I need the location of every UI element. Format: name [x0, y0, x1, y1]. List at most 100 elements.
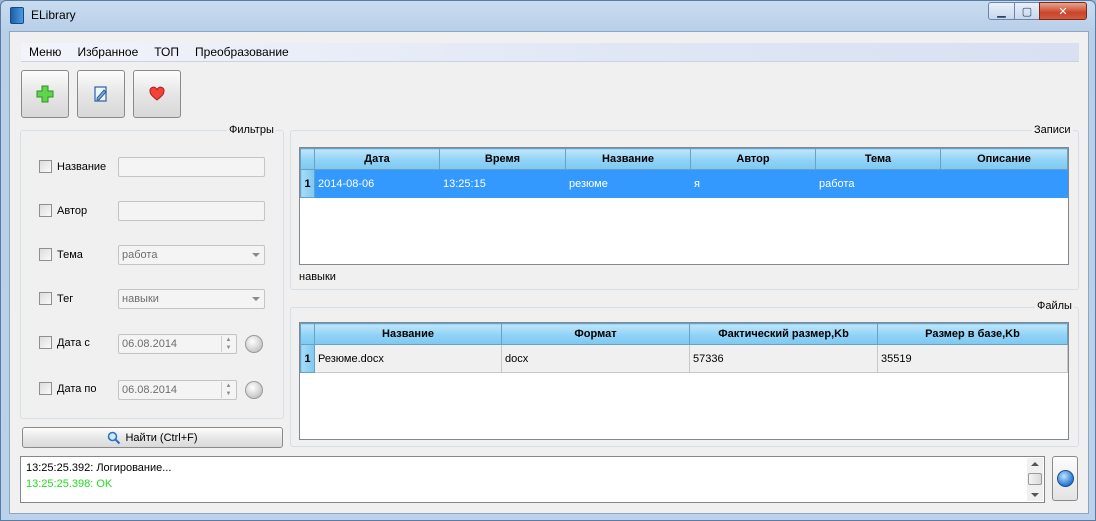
find-button-label: Найти (Ctrl+F)	[125, 431, 198, 444]
scroll-down-icon[interactable]	[1031, 493, 1039, 497]
files-col-format[interactable]: Формат	[501, 323, 690, 345]
find-button[interactable]: Найти (Ctrl+F)	[22, 427, 283, 448]
table-row[interactable]: 1 Резюме.docx docx 57336 35519	[300, 344, 1068, 373]
date-from-checkbox[interactable]	[39, 336, 52, 349]
file-db-size-cell[interactable]: 35519	[877, 344, 1068, 373]
name-filter-checkbox[interactable]	[39, 160, 52, 173]
theme-filter-checkbox[interactable]	[39, 248, 52, 261]
record-theme-cell[interactable]: работа	[815, 169, 941, 198]
menu-convert[interactable]: Преобразование	[187, 43, 297, 62]
files-grid[interactable]: Название Формат Фактический размер,Kb Ра…	[299, 322, 1069, 440]
record-description-cell[interactable]	[940, 169, 1068, 198]
date-from-value: 06.08.2014	[122, 338, 178, 350]
table-row[interactable]: 1 2014-08-06 13:25:15 резюме я работа	[300, 169, 1068, 198]
chevron-down-icon	[252, 297, 260, 301]
records-col-name[interactable]: Название	[565, 148, 691, 170]
date-to-value: 06.08.2014	[122, 384, 178, 396]
files-title: Файлы	[1035, 300, 1074, 312]
client-area: Меню Избранное ТОП Преобразование Фильтр…	[9, 31, 1089, 514]
date-from-input[interactable]: 06.08.2014 ▲ ▼	[118, 334, 237, 354]
date-to-spinner[interactable]: ▲ ▼	[221, 382, 235, 398]
theme-filter-value: работа	[122, 249, 158, 261]
records-col-date[interactable]: Дата	[314, 148, 440, 170]
files-table: Название Формат Фактический размер,Kb Ра…	[300, 323, 1068, 373]
add-record-button[interactable]	[21, 70, 69, 118]
spin-down-icon: ▼	[225, 391, 232, 397]
favorite-button[interactable]	[133, 70, 181, 118]
row-number[interactable]: 1	[300, 344, 315, 373]
menu-main[interactable]: Меню	[21, 43, 69, 62]
menu-favorites[interactable]: Избранное	[69, 43, 146, 62]
close-icon: ✕	[1058, 5, 1068, 18]
log-line: 13:25:25.392: Логирование...	[26, 462, 172, 474]
record-time-cell[interactable]: 13:25:15	[439, 169, 566, 198]
tag-filter-label: Тег	[57, 293, 74, 305]
files-corner[interactable]	[300, 323, 315, 345]
heart-icon	[149, 86, 165, 101]
menu-bar: Меню Избранное ТОП Преобразование	[21, 43, 1079, 62]
scroll-up-icon[interactable]	[1031, 462, 1039, 466]
date-from-spinner[interactable]: ▲ ▼	[221, 336, 235, 352]
records-corner[interactable]	[300, 148, 315, 170]
title-bar[interactable]: ELibrary ▁ ▢ ✕	[1, 1, 1095, 31]
date-from-label: Дата с	[57, 337, 90, 349]
menu-top[interactable]: ТОП	[146, 43, 187, 62]
date-to-calendar-button[interactable]	[245, 381, 263, 399]
chevron-down-icon	[252, 253, 260, 257]
records-col-description[interactable]: Описание	[940, 148, 1068, 170]
tag-filter-select[interactable]: навыки	[118, 289, 265, 309]
filters-title: Фильтры	[227, 124, 276, 136]
record-tags-text: навыки	[299, 271, 336, 283]
search-icon	[108, 431, 121, 444]
records-col-time[interactable]: Время	[439, 148, 566, 170]
app-window: ELibrary ▁ ▢ ✕ Меню Избранное ТОП Преобр…	[0, 0, 1096, 521]
log-output[interactable]: 13:25:25.392: Логирование... 13:25:25.39…	[20, 456, 1045, 503]
record-author-cell[interactable]: я	[690, 169, 816, 198]
theme-filter-select[interactable]: работа	[118, 245, 265, 265]
file-actual-size-cell[interactable]: 57336	[689, 344, 878, 373]
records-table: Дата Время Название Автор Тема Описание …	[300, 148, 1068, 198]
minimize-icon: ▁	[997, 5, 1006, 18]
records-header-row: Дата Время Название Автор Тема Описание	[300, 148, 1068, 170]
log-scrollbar[interactable]	[1027, 458, 1043, 501]
app-book-icon	[10, 7, 24, 24]
info-icon	[1056, 470, 1074, 487]
log-line-ok: 13:25:25.398: OK	[26, 478, 113, 490]
edit-record-button[interactable]	[77, 70, 125, 118]
info-button[interactable]	[1052, 456, 1078, 501]
edit-document-icon	[94, 86, 107, 102]
date-to-checkbox[interactable]	[39, 382, 52, 395]
maximize-icon: ▢	[1021, 5, 1033, 18]
files-col-db-size[interactable]: Размер в базе,Kb	[877, 323, 1068, 345]
author-filter-label: Автор	[57, 205, 88, 217]
record-date-cell[interactable]: 2014-08-06	[314, 169, 440, 198]
scroll-thumb[interactable]	[1028, 473, 1042, 485]
author-filter-input[interactable]	[118, 201, 265, 221]
files-col-name[interactable]: Название	[314, 323, 502, 345]
name-filter-input[interactable]	[118, 157, 265, 177]
file-name-cell[interactable]: Резюме.docx	[314, 344, 502, 373]
records-col-theme[interactable]: Тема	[815, 148, 941, 170]
window-title: ELibrary	[31, 8, 76, 22]
record-name-cell[interactable]: резюме	[565, 169, 691, 198]
file-format-cell[interactable]: docx	[501, 344, 690, 373]
maximize-button[interactable]: ▢	[1014, 2, 1040, 20]
close-button[interactable]: ✕	[1039, 2, 1087, 20]
date-to-input[interactable]: 06.08.2014 ▲ ▼	[118, 380, 237, 400]
author-filter-checkbox[interactable]	[39, 204, 52, 217]
date-to-label: Дата по	[57, 383, 97, 395]
files-col-actual-size[interactable]: Фактический размер,Kb	[689, 323, 878, 345]
spin-up-icon: ▲	[225, 383, 232, 389]
records-title: Записи	[1032, 124, 1073, 136]
files-header-row: Название Формат Фактический размер,Kb Ра…	[300, 323, 1068, 345]
tag-filter-value: навыки	[122, 293, 159, 305]
minimize-button[interactable]: ▁	[988, 2, 1015, 20]
tag-filter-checkbox[interactable]	[39, 292, 52, 305]
row-number[interactable]: 1	[300, 169, 315, 198]
records-grid[interactable]: Дата Время Название Автор Тема Описание …	[299, 147, 1069, 265]
theme-filter-label: Тема	[57, 249, 83, 261]
records-col-author[interactable]: Автор	[690, 148, 816, 170]
plus-icon	[36, 85, 54, 103]
date-from-calendar-button[interactable]	[245, 335, 263, 353]
name-filter-label: Название	[57, 161, 107, 173]
